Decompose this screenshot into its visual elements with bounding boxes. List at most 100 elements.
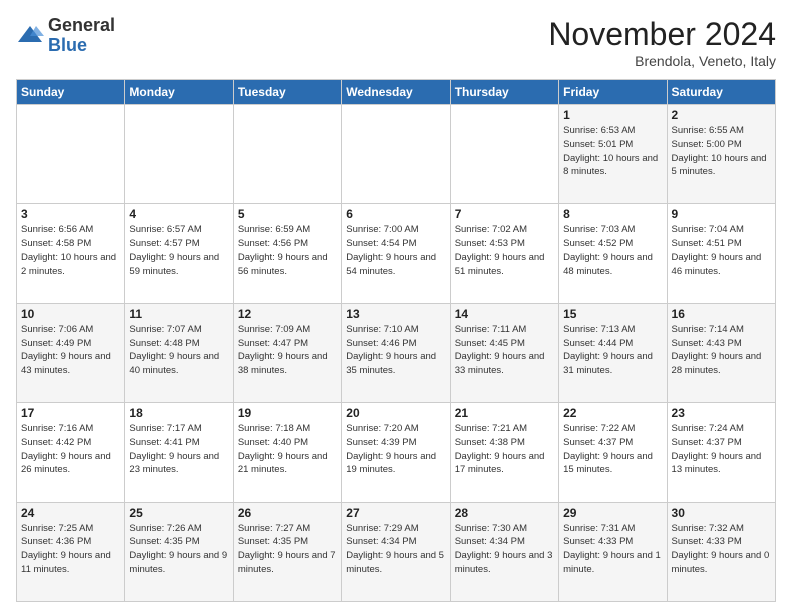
day-info: Sunrise: 7:20 AM Sunset: 4:39 PM Dayligh… (346, 422, 445, 477)
calendar-week-3: 10 Sunrise: 7:06 AM Sunset: 4:49 PM Dayli… (17, 303, 776, 402)
day-number: 7 (455, 207, 554, 221)
calendar-week-4: 17Sunrise: 7:16 AM Sunset: 4:42 PM Dayli… (17, 403, 776, 502)
calendar-cell-w3-d2: 11 Sunrise: 7:07 AM Sunset: 4:48 PM Dayli… (125, 303, 233, 402)
day-info: Sunrise: 7:17 AM Sunset: 4:41 PM Dayligh… (129, 422, 228, 477)
header-monday: Monday (125, 80, 233, 105)
calendar-cell-w3-d1: 10 Sunrise: 7:06 AM Sunset: 4:49 PM Dayli… (17, 303, 125, 402)
calendar-cell-w4-d5: 21 Sunrise: 7:21 AM Sunset: 4:38 PM Dayli… (450, 403, 558, 502)
logo-blue-text: Blue (48, 35, 87, 55)
day-number: 26 (238, 506, 337, 520)
day-number: 13 (346, 307, 445, 321)
calendar-cell-w1-d7: 2 Sunrise: 6:55 AM Sunset: 5:00 PM Daylig… (667, 105, 775, 204)
calendar-week-2: 3 Sunrise: 6:56 AM Sunset: 4:58 PM Daylig… (17, 204, 776, 303)
header-thursday: Thursday (450, 80, 558, 105)
calendar-cell-w3-d3: 12Sunrise: 7:09 AM Sunset: 4:47 PM Dayli… (233, 303, 341, 402)
day-number: 23 (672, 406, 771, 420)
day-info: Sunrise: 7:02 AM Sunset: 4:53 PM Dayligh… (455, 223, 554, 278)
day-info: Sunrise: 7:09 AM Sunset: 4:47 PM Dayligh… (238, 323, 337, 378)
calendar-week-1: 1 Sunrise: 6:53 AM Sunset: 5:01 PM Daylig… (17, 105, 776, 204)
calendar-cell-w5-d4: 27 Sunrise: 7:29 AM Sunset: 4:34 PM Dayli… (342, 502, 450, 601)
day-number: 1 (563, 108, 662, 122)
calendar-cell-w2-d7: 9 Sunrise: 7:04 AM Sunset: 4:51 PM Daylig… (667, 204, 775, 303)
day-number: 30 (672, 506, 771, 520)
day-number: 5 (238, 207, 337, 221)
day-info: Sunrise: 7:29 AM Sunset: 4:34 PM Dayligh… (346, 522, 445, 577)
calendar-cell-w4-d3: 19Sunrise: 7:18 AM Sunset: 4:40 PM Dayli… (233, 403, 341, 502)
calendar-table: Sunday Monday Tuesday Wednesday Thursday… (16, 79, 776, 602)
day-number: 18 (129, 406, 228, 420)
logo-general-text: General (48, 15, 115, 35)
calendar-cell-w3-d5: 14 Sunrise: 7:11 AM Sunset: 4:45 PM Dayli… (450, 303, 558, 402)
day-number: 27 (346, 506, 445, 520)
header-sunday: Sunday (17, 80, 125, 105)
day-number: 24 (21, 506, 120, 520)
day-info: Sunrise: 6:53 AM Sunset: 5:01 PM Dayligh… (563, 124, 662, 179)
day-info: Sunrise: 7:00 AM Sunset: 4:54 PM Dayligh… (346, 223, 445, 278)
calendar-cell-w1-d6: 1 Sunrise: 6:53 AM Sunset: 5:01 PM Daylig… (559, 105, 667, 204)
day-number: 20 (346, 406, 445, 420)
day-number: 28 (455, 506, 554, 520)
day-info: Sunrise: 7:04 AM Sunset: 4:51 PM Dayligh… (672, 223, 771, 278)
day-info: Sunrise: 7:21 AM Sunset: 4:38 PM Dayligh… (455, 422, 554, 477)
header: General Blue November 2024 Brendola, Ven… (16, 16, 776, 69)
day-info: Sunrise: 7:14 AM Sunset: 4:43 PM Dayligh… (672, 323, 771, 378)
day-number: 9 (672, 207, 771, 221)
day-info: Sunrise: 7:32 AM Sunset: 4:33 PM Dayligh… (672, 522, 771, 577)
logo-text: General Blue (48, 16, 115, 56)
day-number: 10 (21, 307, 120, 321)
day-number: 2 (672, 108, 771, 122)
calendar-cell-w1-d5 (450, 105, 558, 204)
calendar-week-5: 24 Sunrise: 7:25 AM Sunset: 4:36 PM Dayli… (17, 502, 776, 601)
calendar-cell-w2-d6: 8Sunrise: 7:03 AM Sunset: 4:52 PM Daylig… (559, 204, 667, 303)
day-number: 21 (455, 406, 554, 420)
day-number: 3 (21, 207, 120, 221)
day-info: Sunrise: 7:11 AM Sunset: 4:45 PM Dayligh… (455, 323, 554, 378)
calendar-cell-w5-d2: 25 Sunrise: 7:26 AM Sunset: 4:35 PM Dayli… (125, 502, 233, 601)
day-number: 14 (455, 307, 554, 321)
day-number: 25 (129, 506, 228, 520)
calendar-cell-w4-d1: 17Sunrise: 7:16 AM Sunset: 4:42 PM Dayli… (17, 403, 125, 502)
header-friday: Friday (559, 80, 667, 105)
day-number: 19 (238, 406, 337, 420)
day-info: Sunrise: 7:06 AM Sunset: 4:49 PM Dayligh… (21, 323, 120, 378)
calendar-cell-w4-d2: 18 Sunrise: 7:17 AM Sunset: 4:41 PM Dayli… (125, 403, 233, 502)
location: Brendola, Veneto, Italy (548, 53, 776, 69)
calendar-cell-w4-d7: 23Sunrise: 7:24 AM Sunset: 4:37 PM Dayli… (667, 403, 775, 502)
logo: General Blue (16, 16, 115, 56)
logo-icon (16, 22, 44, 50)
header-wednesday: Wednesday (342, 80, 450, 105)
day-number: 11 (129, 307, 228, 321)
header-saturday: Saturday (667, 80, 775, 105)
day-info: Sunrise: 7:07 AM Sunset: 4:48 PM Dayligh… (129, 323, 228, 378)
day-info: Sunrise: 7:25 AM Sunset: 4:36 PM Dayligh… (21, 522, 120, 577)
calendar-cell-w1-d4 (342, 105, 450, 204)
calendar-cell-w5-d5: 28 Sunrise: 7:30 AM Sunset: 4:34 PM Dayli… (450, 502, 558, 601)
calendar-header-row: Sunday Monday Tuesday Wednesday Thursday… (17, 80, 776, 105)
calendar-cell-w3-d4: 13Sunrise: 7:10 AM Sunset: 4:46 PM Dayli… (342, 303, 450, 402)
day-number: 22 (563, 406, 662, 420)
calendar-cell-w1-d2 (125, 105, 233, 204)
header-tuesday: Tuesday (233, 80, 341, 105)
day-info: Sunrise: 7:27 AM Sunset: 4:35 PM Dayligh… (238, 522, 337, 577)
day-info: Sunrise: 7:26 AM Sunset: 4:35 PM Dayligh… (129, 522, 228, 577)
calendar-cell-w1-d1 (17, 105, 125, 204)
calendar-cell-w5-d1: 24 Sunrise: 7:25 AM Sunset: 4:36 PM Dayli… (17, 502, 125, 601)
calendar-cell-w5-d6: 29Sunrise: 7:31 AM Sunset: 4:33 PM Dayli… (559, 502, 667, 601)
day-info: Sunrise: 7:30 AM Sunset: 4:34 PM Dayligh… (455, 522, 554, 577)
day-info: Sunrise: 6:55 AM Sunset: 5:00 PM Dayligh… (672, 124, 771, 179)
day-number: 4 (129, 207, 228, 221)
calendar-cell-w5-d3: 26 Sunrise: 7:27 AM Sunset: 4:35 PM Dayli… (233, 502, 341, 601)
month-title: November 2024 (548, 16, 776, 53)
day-number: 6 (346, 207, 445, 221)
calendar-cell-w2-d5: 7 Sunrise: 7:02 AM Sunset: 4:53 PM Daylig… (450, 204, 558, 303)
calendar-cell-w2-d2: 4 Sunrise: 6:57 AM Sunset: 4:57 PM Daylig… (125, 204, 233, 303)
calendar-cell-w2-d1: 3 Sunrise: 6:56 AM Sunset: 4:58 PM Daylig… (17, 204, 125, 303)
calendar-cell-w3-d7: 16Sunrise: 7:14 AM Sunset: 4:43 PM Dayli… (667, 303, 775, 402)
calendar-cell-w2-d4: 6 Sunrise: 7:00 AM Sunset: 4:54 PM Daylig… (342, 204, 450, 303)
day-info: Sunrise: 6:57 AM Sunset: 4:57 PM Dayligh… (129, 223, 228, 278)
day-number: 17 (21, 406, 120, 420)
day-info: Sunrise: 6:59 AM Sunset: 4:56 PM Dayligh… (238, 223, 337, 278)
day-info: Sunrise: 7:03 AM Sunset: 4:52 PM Dayligh… (563, 223, 662, 278)
day-number: 29 (563, 506, 662, 520)
day-info: Sunrise: 6:56 AM Sunset: 4:58 PM Dayligh… (21, 223, 120, 278)
